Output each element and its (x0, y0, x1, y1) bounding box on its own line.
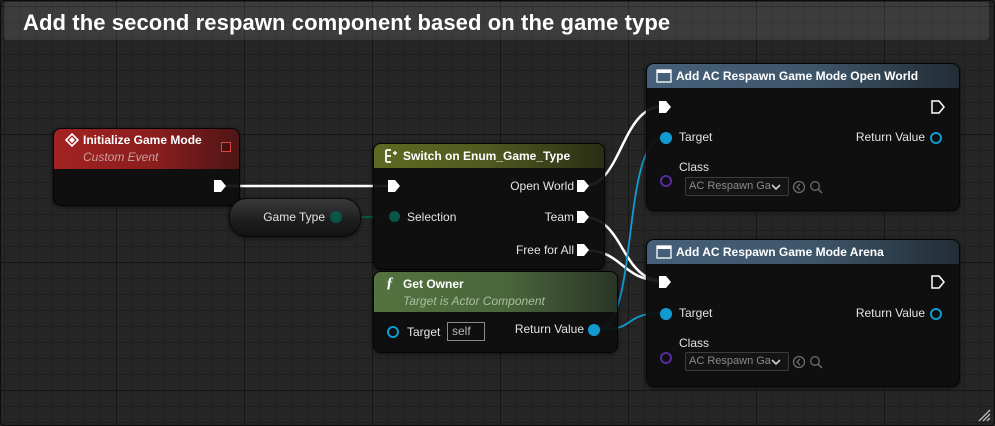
get-owner-return-pin[interactable] (588, 324, 600, 336)
component-icon (656, 245, 672, 259)
add-arena-title: Add AC Respawn Game Mode Arena (676, 245, 884, 259)
game-type-label: Game Type (263, 210, 325, 224)
component-icon (656, 69, 672, 83)
event-diamond-icon (65, 133, 79, 147)
resize-grip-icon[interactable] (977, 408, 991, 422)
add-component-open-world-node[interactable]: Add AC Respawn Game Mode Open World Targ… (646, 63, 960, 211)
event-title: Initialize Game Mode (83, 133, 202, 147)
output-open-world-pin[interactable] (576, 179, 590, 193)
switch-enum-icon (385, 149, 397, 163)
add-arena-class-label: Class (679, 336, 710, 350)
switch-title: Switch on Enum_Game_Type (403, 149, 571, 163)
add-open-world-return-label: Return Value (855, 130, 925, 144)
get-owner-target-pin[interactable] (387, 326, 399, 338)
add-arena-target-label: Target (679, 306, 713, 320)
add-arena-return-pin[interactable] (930, 308, 942, 320)
browse-asset-icon[interactable] (809, 355, 823, 369)
exec-out-pin[interactable] (213, 179, 227, 193)
switch-exec-in-pin[interactable] (387, 179, 401, 193)
output-team-label: Team (544, 210, 574, 224)
get-owner-return-label: Return Value (514, 322, 584, 336)
get-owner-title: Get Owner (403, 277, 464, 291)
add-open-world-exec-out-pin[interactable] (931, 100, 945, 114)
add-arena-exec-in-pin[interactable] (658, 275, 672, 289)
add-arena-exec-out-pin[interactable] (931, 275, 945, 289)
chevron-down-icon (771, 359, 781, 366)
add-arena-class-pin[interactable] (660, 352, 672, 364)
event-subtitle: Custom Event (83, 150, 159, 164)
add-open-world-return-pin[interactable] (930, 132, 942, 144)
add-open-world-target-pin[interactable] (660, 132, 672, 144)
output-free-for-all-label: Free for All (515, 243, 574, 257)
selection-label: Selection (407, 210, 457, 224)
add-arena-return-label: Return Value (855, 306, 925, 320)
add-open-world-title: Add AC Respawn Game Mode Open World (676, 69, 919, 83)
add-open-world-class-value: AC Respawn Ga (689, 180, 771, 192)
add-arena-target-pin[interactable] (660, 308, 672, 320)
use-selected-asset-icon[interactable] (792, 355, 806, 369)
get-owner-target-label: Target (407, 325, 441, 339)
add-open-world-class-label: Class (679, 160, 710, 174)
target-self-field[interactable]: self (447, 322, 485, 341)
output-free-for-all-pin[interactable] (576, 243, 590, 257)
add-arena-class-value: AC Respawn Ga (689, 355, 771, 367)
get-owner-subtitle: Target is Actor Component (403, 294, 545, 308)
output-open-world-label: Open World (510, 179, 574, 193)
blueprint-graph-canvas[interactable]: Add the second respawn component based o… (0, 0, 995, 426)
browse-asset-icon[interactable] (809, 180, 823, 194)
delegate-pin[interactable] (221, 142, 231, 152)
add-open-world-exec-in-pin[interactable] (658, 100, 672, 114)
output-team-pin[interactable] (576, 210, 590, 224)
get-owner-node[interactable]: ƒ Get Owner Target is Actor Component Ta… (373, 271, 618, 353)
switch-on-enum-node[interactable]: Switch on Enum_Game_Type Selection Open … (373, 143, 605, 270)
event-node-initialize-game-mode[interactable]: Initialize Game Mode Custom Event (53, 128, 240, 206)
game-type-variable-node[interactable]: Game Type (229, 198, 361, 237)
chevron-down-icon (771, 184, 781, 191)
use-selected-asset-icon[interactable] (792, 180, 806, 194)
game-type-output-pin[interactable] (330, 211, 342, 223)
function-f-icon: ƒ (386, 275, 394, 291)
selection-input-pin[interactable] (389, 211, 400, 222)
add-component-arena-node[interactable]: Add AC Respawn Game Mode Arena Target Re… (646, 239, 960, 387)
add-open-world-class-pin[interactable] (660, 175, 672, 187)
add-open-world-target-label: Target (679, 130, 713, 144)
